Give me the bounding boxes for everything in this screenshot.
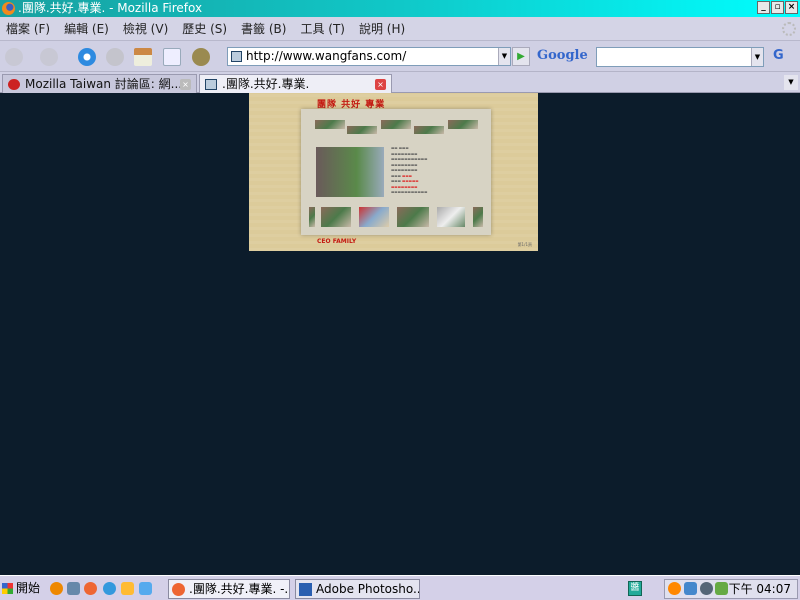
close-button[interactable]: ×	[785, 1, 798, 14]
clock: 下午 04:07	[728, 582, 791, 596]
quicklaunch-icon[interactable]	[121, 582, 134, 595]
photo[interactable]	[315, 120, 345, 129]
taskbar-photoshop[interactable]: Adobe Photosho...	[295, 579, 420, 599]
close-tab-icon[interactable]: ×	[375, 79, 386, 90]
taskbar: 開始 .團隊.共好.專業. -... Adobe Photosho... 醬 下…	[0, 575, 800, 600]
stop-button[interactable]	[106, 48, 124, 66]
photo[interactable]	[321, 207, 351, 227]
menu-edit[interactable]: 編輯 (E)	[64, 20, 109, 37]
tray-icon[interactable]	[668, 582, 681, 595]
main-photo[interactable]	[316, 147, 384, 197]
close-tab-icon[interactable]: ×	[180, 79, 191, 90]
reload-button[interactable]	[78, 48, 96, 66]
minimize-button[interactable]: _	[757, 1, 770, 14]
ie-quicklaunch-icon[interactable]	[103, 582, 116, 595]
quicklaunch-icon[interactable]	[139, 582, 152, 595]
menu-bookmarks[interactable]: 書籤 (B)	[241, 20, 286, 37]
photo[interactable]	[414, 126, 444, 134]
tray-icon[interactable]	[715, 582, 728, 595]
quicklaunch-icon[interactable]	[50, 582, 63, 595]
photo[interactable]	[473, 207, 483, 227]
search-dropdown-icon[interactable]: ▼	[751, 48, 763, 66]
bookmark-icon[interactable]	[192, 48, 210, 66]
photo[interactable]	[448, 120, 478, 129]
quicklaunch-icon[interactable]	[67, 582, 80, 595]
tab-bar: Mozilla Taiwan 討論區: 網... × .團隊.共好.專業. ×	[0, 72, 800, 93]
firefox-quicklaunch-icon[interactable]	[84, 582, 97, 595]
photo[interactable]	[381, 120, 411, 129]
photo[interactable]	[397, 207, 429, 227]
tab-list-button[interactable]: ▼	[784, 75, 798, 90]
restore-button[interactable]: ▫	[771, 1, 784, 14]
title-bar: .團隊.共好.專業. - Mozilla Firefox _ ▫ ×	[0, 0, 800, 17]
site-favicon	[205, 79, 217, 90]
start-button[interactable]: 開始	[2, 580, 40, 596]
home-button[interactable]	[134, 48, 152, 66]
ime-indicator[interactable]: 醬	[628, 581, 642, 596]
photoshop-icon	[299, 583, 312, 596]
photo[interactable]	[359, 207, 389, 227]
menu-view[interactable]: 檢視 (V)	[123, 20, 168, 37]
menu-tools[interactable]: 工具 (T)	[300, 20, 345, 37]
web-page: 團隊 共好 專業 ▬▬ ▬▬▬ ▬▬▬▬▬▬▬▬ ▬▬▬▬▬▬▬▬▬▬▬ ▬▬▬▬▬▬…	[249, 93, 538, 251]
site-footer-logo: CEO FAMILY	[317, 238, 357, 245]
taskbar-firefox[interactable]: .團隊.共好.專業. -...	[168, 579, 290, 599]
menu-help[interactable]: 說明 (H)	[359, 20, 405, 37]
tray-icon[interactable]	[700, 582, 713, 595]
menu-file[interactable]: 檔案 (F)	[6, 20, 50, 37]
page-link[interactable]: 第1/1頁	[518, 242, 532, 248]
menu-history[interactable]: 歷史 (S)	[182, 20, 227, 37]
tab-mozilla-taiwan[interactable]: Mozilla Taiwan 討論區: 網... ×	[2, 74, 197, 93]
url-bar[interactable]: http://www.wangfans.com/ ▼	[227, 47, 511, 66]
google-toolbar-button[interactable]: G	[773, 48, 784, 63]
forward-button[interactable]	[40, 48, 58, 66]
search-engine-logo[interactable]: Google	[537, 48, 588, 63]
system-tray: 下午 04:07	[664, 579, 798, 599]
back-button[interactable]	[5, 48, 23, 66]
search-input[interactable]: ▼	[596, 47, 764, 67]
tray-icon[interactable]	[684, 582, 697, 595]
photo[interactable]	[437, 207, 465, 227]
url-dropdown-icon[interactable]: ▼	[498, 48, 510, 65]
firefox-icon	[2, 2, 15, 15]
go-button[interactable]: ▶	[512, 47, 530, 66]
mozilla-icon	[8, 79, 20, 90]
tab-active[interactable]: .團隊.共好.專業. ×	[199, 74, 392, 93]
intro-text-block: ▬▬ ▬▬▬ ▬▬▬▬▬▬▬▬ ▬▬▬▬▬▬▬▬▬▬▬ ▬▬▬▬▬▬▬▬ ▬▬▬▬▬▬▬…	[391, 146, 428, 194]
throbber-icon	[782, 22, 796, 36]
site-favicon	[231, 51, 242, 62]
url-text: http://www.wangfans.com/	[246, 49, 407, 63]
new-tab-button[interactable]	[163, 48, 181, 66]
firefox-icon	[172, 583, 185, 596]
window-title: .團隊.共好.專業. - Mozilla Firefox	[18, 1, 203, 15]
photo[interactable]	[347, 126, 377, 134]
photo[interactable]	[309, 207, 315, 227]
menu-bar: 檔案 (F) 編輯 (E) 檢視 (V) 歷史 (S) 書籤 (B) 工具 (T…	[0, 17, 800, 41]
